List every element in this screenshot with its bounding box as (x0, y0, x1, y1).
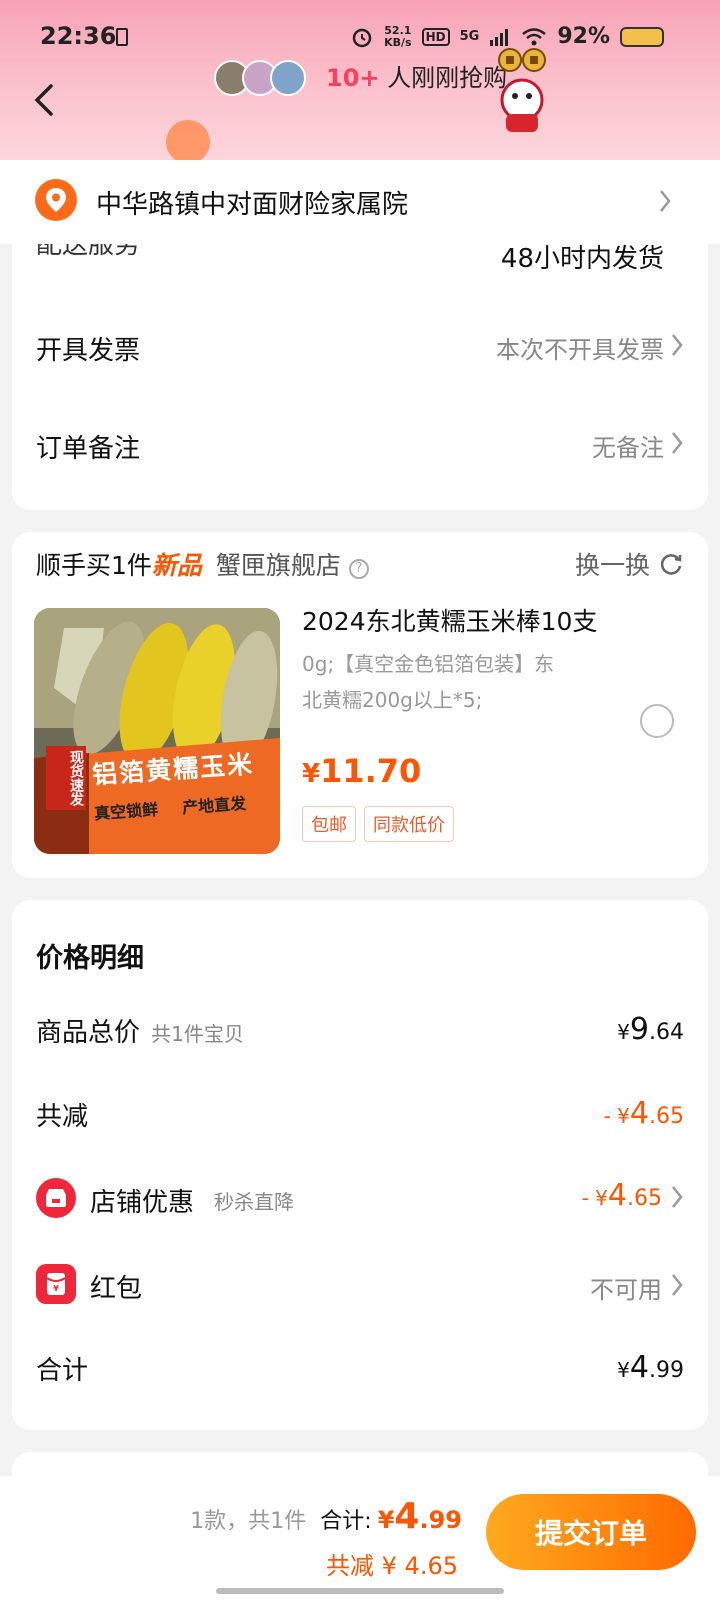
net-speed: 52.1 KB/s (384, 23, 412, 49)
product-image[interactable]: 现货速发 铝箔黄糯玉米 真空锁鲜 产地直发 (34, 608, 280, 854)
order-note-value: 无备注 (592, 434, 664, 462)
goods-total-label: 商品总价 (36, 1018, 141, 1048)
signal-5g: 5G (459, 29, 480, 44)
invoice-row[interactable]: 开具发票 本次不开具发票 (12, 304, 708, 384)
recent-buyers-text: 10+ 人刚刚抢购 (326, 64, 508, 92)
discount-row: 共减 - ¥4.65 (36, 1096, 684, 1146)
item-count: 1款，共1件 (190, 1509, 307, 1534)
chevron-right-icon (672, 432, 683, 454)
order-note-row[interactable]: 订单备注 无备注 (12, 404, 708, 484)
goods-total-row: 商品总价 共1件宝贝 ¥9.64 (36, 1012, 684, 1062)
chevron-right-icon (660, 190, 671, 212)
product-image-sub-left: 真空锁鲜 (93, 799, 159, 824)
shop-coupon-sub: 秒杀直降 (214, 1190, 294, 1214)
red-packet-label: 红包 (90, 1274, 143, 1304)
home-indicator[interactable] (216, 1588, 504, 1594)
shop-coupon-value: - ¥4.65 (581, 1178, 662, 1213)
checkout-total: 1款，共1件 合计: ¥4.99 (190, 1496, 462, 1537)
invoice-label: 开具发票 (36, 336, 141, 366)
wifi-icon (522, 27, 547, 45)
product-tags: 包邮 同款低价 (302, 806, 454, 842)
shop-coupon-row[interactable]: 店铺优惠 秒杀直降 - ¥4.65 (36, 1178, 684, 1232)
submit-order-button[interactable]: 提交订单 (486, 1494, 696, 1570)
order-options-card: 配送服务 48小时内发货 开具发票 本次不开具发票 订单备注 无备注 (12, 244, 708, 510)
addon-product-card: 顺手买1件新品 蟹匣旗舰店 ? 换一换 现货速发 铝箔黄糯玉米 真空锁鲜 产地直… (12, 532, 708, 878)
hd-badge: HD (421, 27, 450, 46)
free-shipping-tag: 包邮 (302, 806, 356, 842)
product-image-side-banner: 现货速发 (46, 746, 86, 810)
signal-icon (490, 28, 509, 46)
chevron-right-icon (672, 1274, 683, 1296)
invoice-value: 本次不开具发票 (496, 336, 664, 364)
red-packet-row[interactable]: ¥ 红包 不可用 (36, 1264, 684, 1318)
status-time: 22:36 (40, 22, 117, 50)
back-button[interactable] (22, 78, 66, 122)
location-pin-icon (35, 179, 77, 221)
red-packet-value: 不可用 (590, 1276, 662, 1304)
discount-value: - ¥4.65 (603, 1096, 684, 1131)
address-text: 中华路镇中对面财险家属院 (96, 190, 409, 220)
order-note-label: 订单备注 (36, 434, 141, 464)
header-faded-row (160, 118, 520, 160)
swap-button[interactable]: 换一换 (575, 546, 684, 582)
page-header: 22:36 52.1 KB/s HD 5G 92% 10+ 人刚刚抢购 (0, 0, 720, 160)
sum-value: ¥4.99 (617, 1350, 684, 1385)
checkout-savings: 共减 ¥ 4.65 (326, 1552, 458, 1580)
chevron-left-icon (34, 84, 53, 116)
price-detail-title: 价格明细 (36, 943, 144, 974)
goods-total-value: ¥9.64 (617, 1012, 684, 1047)
address-bar[interactable]: 中华路镇中对面财险家属院 (0, 160, 720, 244)
chevron-right-icon (672, 334, 683, 356)
status-icons: 52.1 KB/s HD 5G 92% (350, 24, 664, 49)
shop-coupon-icon (36, 1178, 76, 1218)
price-detail-card: 价格明细 商品总价 共1件宝贝 ¥9.64 共减 - ¥4.65 店铺优惠 秒杀… (12, 900, 708, 1430)
battery-percent: 92% (557, 24, 610, 49)
avatar (270, 60, 306, 96)
addon-title: 顺手买1件新品 蟹匣旗舰店 ? (36, 546, 369, 582)
select-product-radio[interactable] (640, 704, 674, 738)
shop-name: 蟹匣旗舰店 (215, 551, 341, 580)
checkout-bar: 1款，共1件 合计: ¥4.99 共减 ¥ 4.65 提交订单 (0, 1476, 720, 1600)
buyer-avatars (214, 60, 314, 96)
product-image-sub-right: 产地直发 (181, 793, 247, 818)
help-icon: ? (348, 559, 369, 579)
low-price-tag: 同款低价 (364, 806, 454, 842)
goods-total-sub: 共1件宝贝 (151, 1022, 244, 1046)
alarm-icon (352, 28, 372, 47)
refresh-icon (660, 554, 682, 575)
product-title[interactable]: 2024东北黄糯玉米棒10支 (302, 602, 597, 638)
product-description: 0g;【真空金色铝箔包装】东 北黄糯200g以上*5; (302, 652, 555, 712)
discount-label: 共减 (36, 1102, 89, 1132)
product-price: ¥11.70 (302, 752, 422, 790)
battery-icon (620, 26, 664, 47)
svg-text:¥: ¥ (53, 1284, 59, 1293)
chevron-right-icon (672, 1186, 683, 1208)
shop-coupon-label: 店铺优惠 (90, 1188, 195, 1218)
lock-icon (116, 28, 128, 46)
red-packet-icon: ¥ (36, 1264, 76, 1304)
delivery-value: 48小时内发货 (500, 244, 664, 274)
sum-label: 合计 (36, 1356, 89, 1386)
sum-row: 合计 ¥4.99 (36, 1350, 684, 1400)
